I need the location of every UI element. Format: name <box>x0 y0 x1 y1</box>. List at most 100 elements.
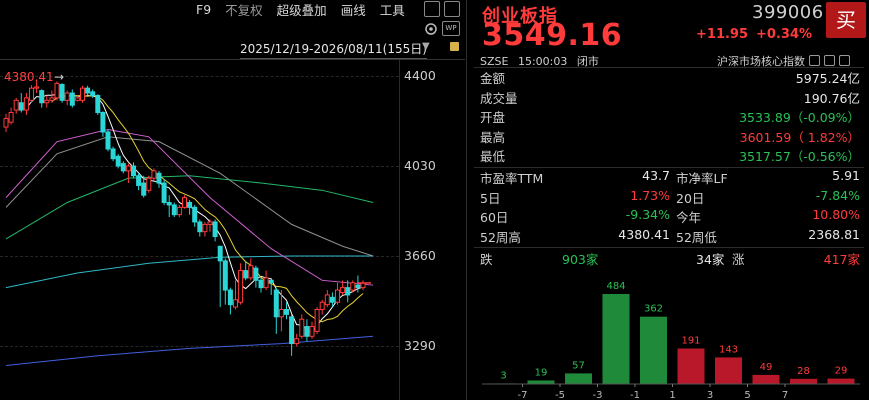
overlay-button[interactable]: 超级叠加 <box>277 0 327 19</box>
wp-icon[interactable]: WP <box>442 21 460 36</box>
candle-body <box>29 87 34 101</box>
distribution-tick-label: 1 <box>669 390 675 400</box>
stat-label: 52周高 <box>480 229 521 245</box>
candle <box>54 81 60 101</box>
candle <box>217 245 223 308</box>
candle-body <box>248 265 254 279</box>
index-change: +11.95 +0.34% <box>696 27 820 42</box>
distribution-bar-label: 29 <box>835 366 848 377</box>
candle-body <box>69 92 75 106</box>
candle <box>156 170 162 188</box>
pin-icon[interactable] <box>444 1 460 17</box>
candle-body <box>171 204 177 216</box>
candle-body <box>156 172 162 184</box>
candle-body <box>125 165 131 172</box>
stat-value: -9.34% <box>625 207 670 222</box>
candle <box>176 204 182 218</box>
candle-body <box>324 294 330 306</box>
kline-chart-panel[interactable]: F9 不复权 超级叠加 画线 工具 WP 2025/12/19-2026/08/… <box>0 0 466 400</box>
candle-body <box>182 197 187 208</box>
candle-body <box>166 201 172 206</box>
y-tick-label: 4030 <box>404 158 436 173</box>
distribution-bar-label: 143 <box>719 344 738 355</box>
candle-body <box>350 282 356 291</box>
distribution-bar <box>602 294 630 384</box>
date-range-label[interactable]: 2025/12/19-2026/08/11(155日) <box>240 40 427 59</box>
distribution-bar-label: 19 <box>535 367 548 378</box>
change-value: +11.95 <box>696 27 749 42</box>
candle <box>23 93 29 115</box>
up-count: 417家 <box>823 252 860 267</box>
candle <box>146 175 152 193</box>
buy-button[interactable]: 买 <box>826 2 866 38</box>
stat-label: 20日 <box>676 190 705 206</box>
candle-body <box>110 148 116 160</box>
candle-body <box>64 92 70 101</box>
ma120-line <box>5 255 374 289</box>
draw-line-button[interactable]: 画线 <box>341 0 366 19</box>
share-icon[interactable] <box>839 55 850 66</box>
stat-value: 3533.89（-0.09%） <box>739 110 860 125</box>
candle <box>197 219 203 237</box>
candle-body <box>197 221 203 233</box>
candle-body <box>258 279 264 289</box>
high-price-label: 4380.41 <box>4 70 54 84</box>
candle <box>202 221 208 237</box>
candle <box>29 85 34 103</box>
candle <box>263 270 269 291</box>
up-label: 涨 <box>732 252 745 267</box>
lock-icon[interactable] <box>450 42 459 51</box>
y-tick-label: 3290 <box>404 338 436 353</box>
candle-body <box>136 175 142 186</box>
stat-label: 金额 <box>480 71 506 86</box>
distribution-tick-label: 3 <box>707 390 713 400</box>
stat-value: 1.73% <box>630 187 670 203</box>
chart-toolbar: F9 不复权 超级叠加 画线 工具 <box>196 0 405 18</box>
distribution-bar-label: 484 <box>606 281 625 292</box>
candle-body <box>294 338 300 345</box>
distribution-tick-label: -1 <box>630 390 640 400</box>
candle <box>238 263 244 305</box>
candle <box>289 314 295 356</box>
tools-button[interactable]: 工具 <box>380 0 405 19</box>
stat-value: 5975.24亿 <box>795 71 860 86</box>
bell-icon[interactable] <box>824 55 835 66</box>
stat-row: 市盈率TTM 43.7 市净率LF 5.91 <box>480 168 860 187</box>
candle-body <box>39 90 45 104</box>
stat-label: 52周低 <box>676 229 717 245</box>
down-label: 跌 <box>480 252 493 267</box>
candle <box>345 280 351 303</box>
settings-gear-icon[interactable] <box>424 22 438 39</box>
candle-body <box>18 102 24 111</box>
candle <box>253 265 259 288</box>
candle-body <box>243 270 249 279</box>
candle <box>120 161 126 174</box>
candle <box>294 333 300 346</box>
candle-body <box>90 91 96 96</box>
window-icon[interactable] <box>424 1 440 17</box>
candle-body <box>105 131 111 150</box>
stat-label: 今年 <box>676 210 702 225</box>
candle-body <box>233 299 238 308</box>
candle <box>105 129 111 152</box>
candle-body <box>192 206 198 223</box>
no-adjust-button[interactable]: 不复权 <box>225 0 263 19</box>
date-range-dropdown-icon[interactable]: ▼ <box>422 41 430 52</box>
distribution-bar-label: 3 <box>500 370 506 381</box>
candle <box>64 90 70 106</box>
candle <box>182 195 187 209</box>
f9-button[interactable]: F9 <box>196 2 211 17</box>
candle-body <box>131 165 136 177</box>
candle <box>18 93 24 113</box>
edit-icon[interactable] <box>809 55 820 66</box>
stat-row: 金额 5975.24亿 <box>480 68 860 87</box>
candle-body <box>222 260 228 291</box>
candle <box>125 163 131 184</box>
candle <box>360 280 366 291</box>
candle-body <box>355 284 361 289</box>
kline-plot[interactable] <box>0 60 399 400</box>
candle-body <box>141 182 147 196</box>
candle <box>222 258 228 305</box>
candle <box>192 204 198 227</box>
panel-divider <box>466 0 467 400</box>
